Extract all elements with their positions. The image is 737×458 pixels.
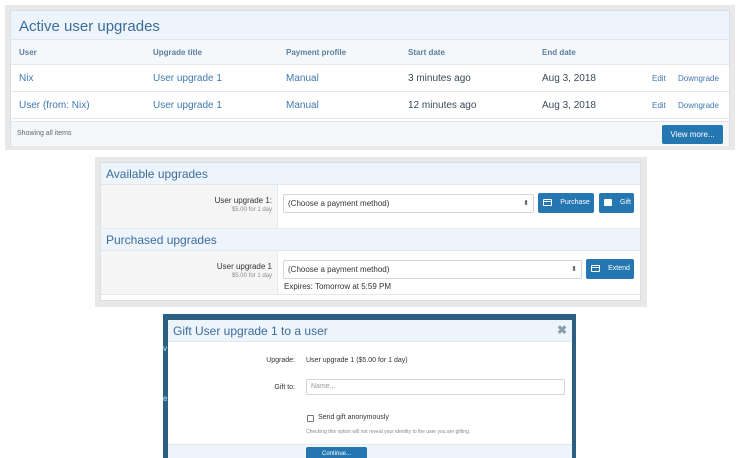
- table-row: User (from: Nix) User upgrade 1 Manual 1…: [11, 92, 729, 119]
- backdrop-text: v: [163, 344, 167, 353]
- start-date: 3 minutes ago: [408, 73, 471, 84]
- anonymous-label: Send gift anonymously: [318, 414, 389, 421]
- upgrade-price: $5.00 for 1 day: [231, 207, 272, 213]
- payment-profile: Manual: [286, 100, 319, 111]
- close-icon[interactable]: ✖: [557, 323, 567, 337]
- active-upgrades-title: Active user upgrades: [11, 11, 729, 40]
- gift-label: Gift: [620, 199, 631, 206]
- upgrade-link[interactable]: User upgrade 1: [153, 65, 222, 92]
- available-upgrade-row: User upgrade 1: $5.00 for 1 day (Choose …: [101, 185, 640, 229]
- payment-method-select[interactable]: (Choose a payment method) ⬍: [283, 260, 582, 279]
- upgrade-label-cell: User upgrade 1: $5.00 for 1 day: [101, 185, 278, 228]
- upgrades-block: Available upgrades User upgrade 1: $5.00…: [100, 162, 641, 301]
- upgrade-label: Upgrade:: [266, 357, 295, 364]
- upgrade-name: User upgrade 1: [216, 262, 272, 271]
- edit-link[interactable]: Edit: [652, 65, 666, 92]
- col-payment-profile: Payment profile: [286, 48, 347, 57]
- start-date: 12 minutes ago: [408, 100, 477, 111]
- col-end-date: End date: [542, 48, 576, 57]
- gift-icon: [604, 199, 612, 206]
- col-user: User: [19, 48, 37, 57]
- edit-link[interactable]: Edit: [652, 92, 666, 119]
- col-upgrade-title: Upgrade title: [153, 48, 202, 57]
- expiry-text: Expires: Tomorrow at 5:59 PM: [284, 282, 392, 291]
- payment-method-select[interactable]: (Choose a payment method) ⬍: [283, 194, 534, 213]
- chevron-updown-icon: ⬍: [523, 200, 529, 207]
- dialog-title: Gift User upgrade 1 to a user: [173, 324, 328, 338]
- upgrade-link[interactable]: User upgrade 1: [153, 92, 222, 119]
- payment-profile: Manual: [286, 73, 319, 84]
- anonymous-checkbox[interactable]: [307, 415, 314, 422]
- user-link[interactable]: User (from: Nix): [19, 92, 90, 119]
- purchased-upgrades-title: Purchased upgrades: [101, 229, 640, 251]
- table-footer: Showing all items View more...: [11, 121, 729, 146]
- table-header: User Upgrade title Payment profile Start…: [11, 40, 729, 65]
- dialog-footer: Continue...: [168, 444, 572, 458]
- gift-dialog: Gift User upgrade 1 to a user ✖ Upgrade:…: [168, 320, 572, 458]
- upgrade-value: User upgrade 1 ($5.00 for 1 day): [306, 357, 408, 364]
- backdrop-text: e: [163, 394, 168, 403]
- gift-to-input[interactable]: Name...: [306, 379, 565, 395]
- col-start-date: Start date: [408, 48, 445, 57]
- upgrade-name: User upgrade 1:: [214, 196, 272, 205]
- purchase-label: Purchase: [560, 199, 590, 206]
- select-value: (Choose a payment method): [288, 265, 390, 274]
- extend-button[interactable]: Extend: [586, 259, 634, 279]
- gift-to-label: Gift to:: [274, 384, 295, 391]
- active-upgrades-panel: Active user upgrades User Upgrade title …: [5, 5, 735, 150]
- chevron-updown-icon: ⬍: [571, 266, 577, 273]
- credit-card-icon: [591, 265, 600, 272]
- purchased-upgrade-row: User upgrade 1 $5.00 for 1 day (Choose a…: [101, 251, 640, 295]
- continue-button[interactable]: Continue...: [306, 447, 367, 458]
- end-date: Aug 3, 2018: [542, 100, 596, 111]
- end-date: Aug 3, 2018: [542, 73, 596, 84]
- user-link[interactable]: Nix: [19, 65, 33, 92]
- gift-button[interactable]: Gift: [599, 193, 634, 213]
- available-upgrades-title: Available upgrades: [101, 163, 640, 185]
- showing-items-text: Showing all items: [17, 130, 72, 137]
- upgrade-label-cell: User upgrade 1 $5.00 for 1 day: [101, 251, 278, 294]
- gift-dialog-overlay: v e Gift User upgrade 1 to a user ✖ Upgr…: [163, 314, 576, 458]
- downgrade-link[interactable]: Downgrade: [678, 92, 719, 119]
- active-upgrades-block: Active user upgrades User Upgrade title …: [10, 10, 730, 146]
- select-value: (Choose a payment method): [288, 199, 390, 208]
- credit-card-icon: [543, 199, 552, 206]
- view-more-button[interactable]: View more...: [662, 125, 723, 144]
- downgrade-link[interactable]: Downgrade: [678, 65, 719, 92]
- extend-label: Extend: [608, 265, 630, 272]
- upgrades-panel: Available upgrades User upgrade 1: $5.00…: [95, 157, 647, 307]
- dialog-title-bar: Gift User upgrade 1 to a user ✖: [168, 320, 572, 342]
- upgrade-price: $5.00 for 1 day: [231, 273, 272, 279]
- anonymous-note: Checking this option will not reveal you…: [306, 429, 471, 435]
- table-row: Nix User upgrade 1 Manual 3 minutes ago …: [11, 65, 729, 92]
- purchase-button[interactable]: Purchase: [538, 193, 594, 213]
